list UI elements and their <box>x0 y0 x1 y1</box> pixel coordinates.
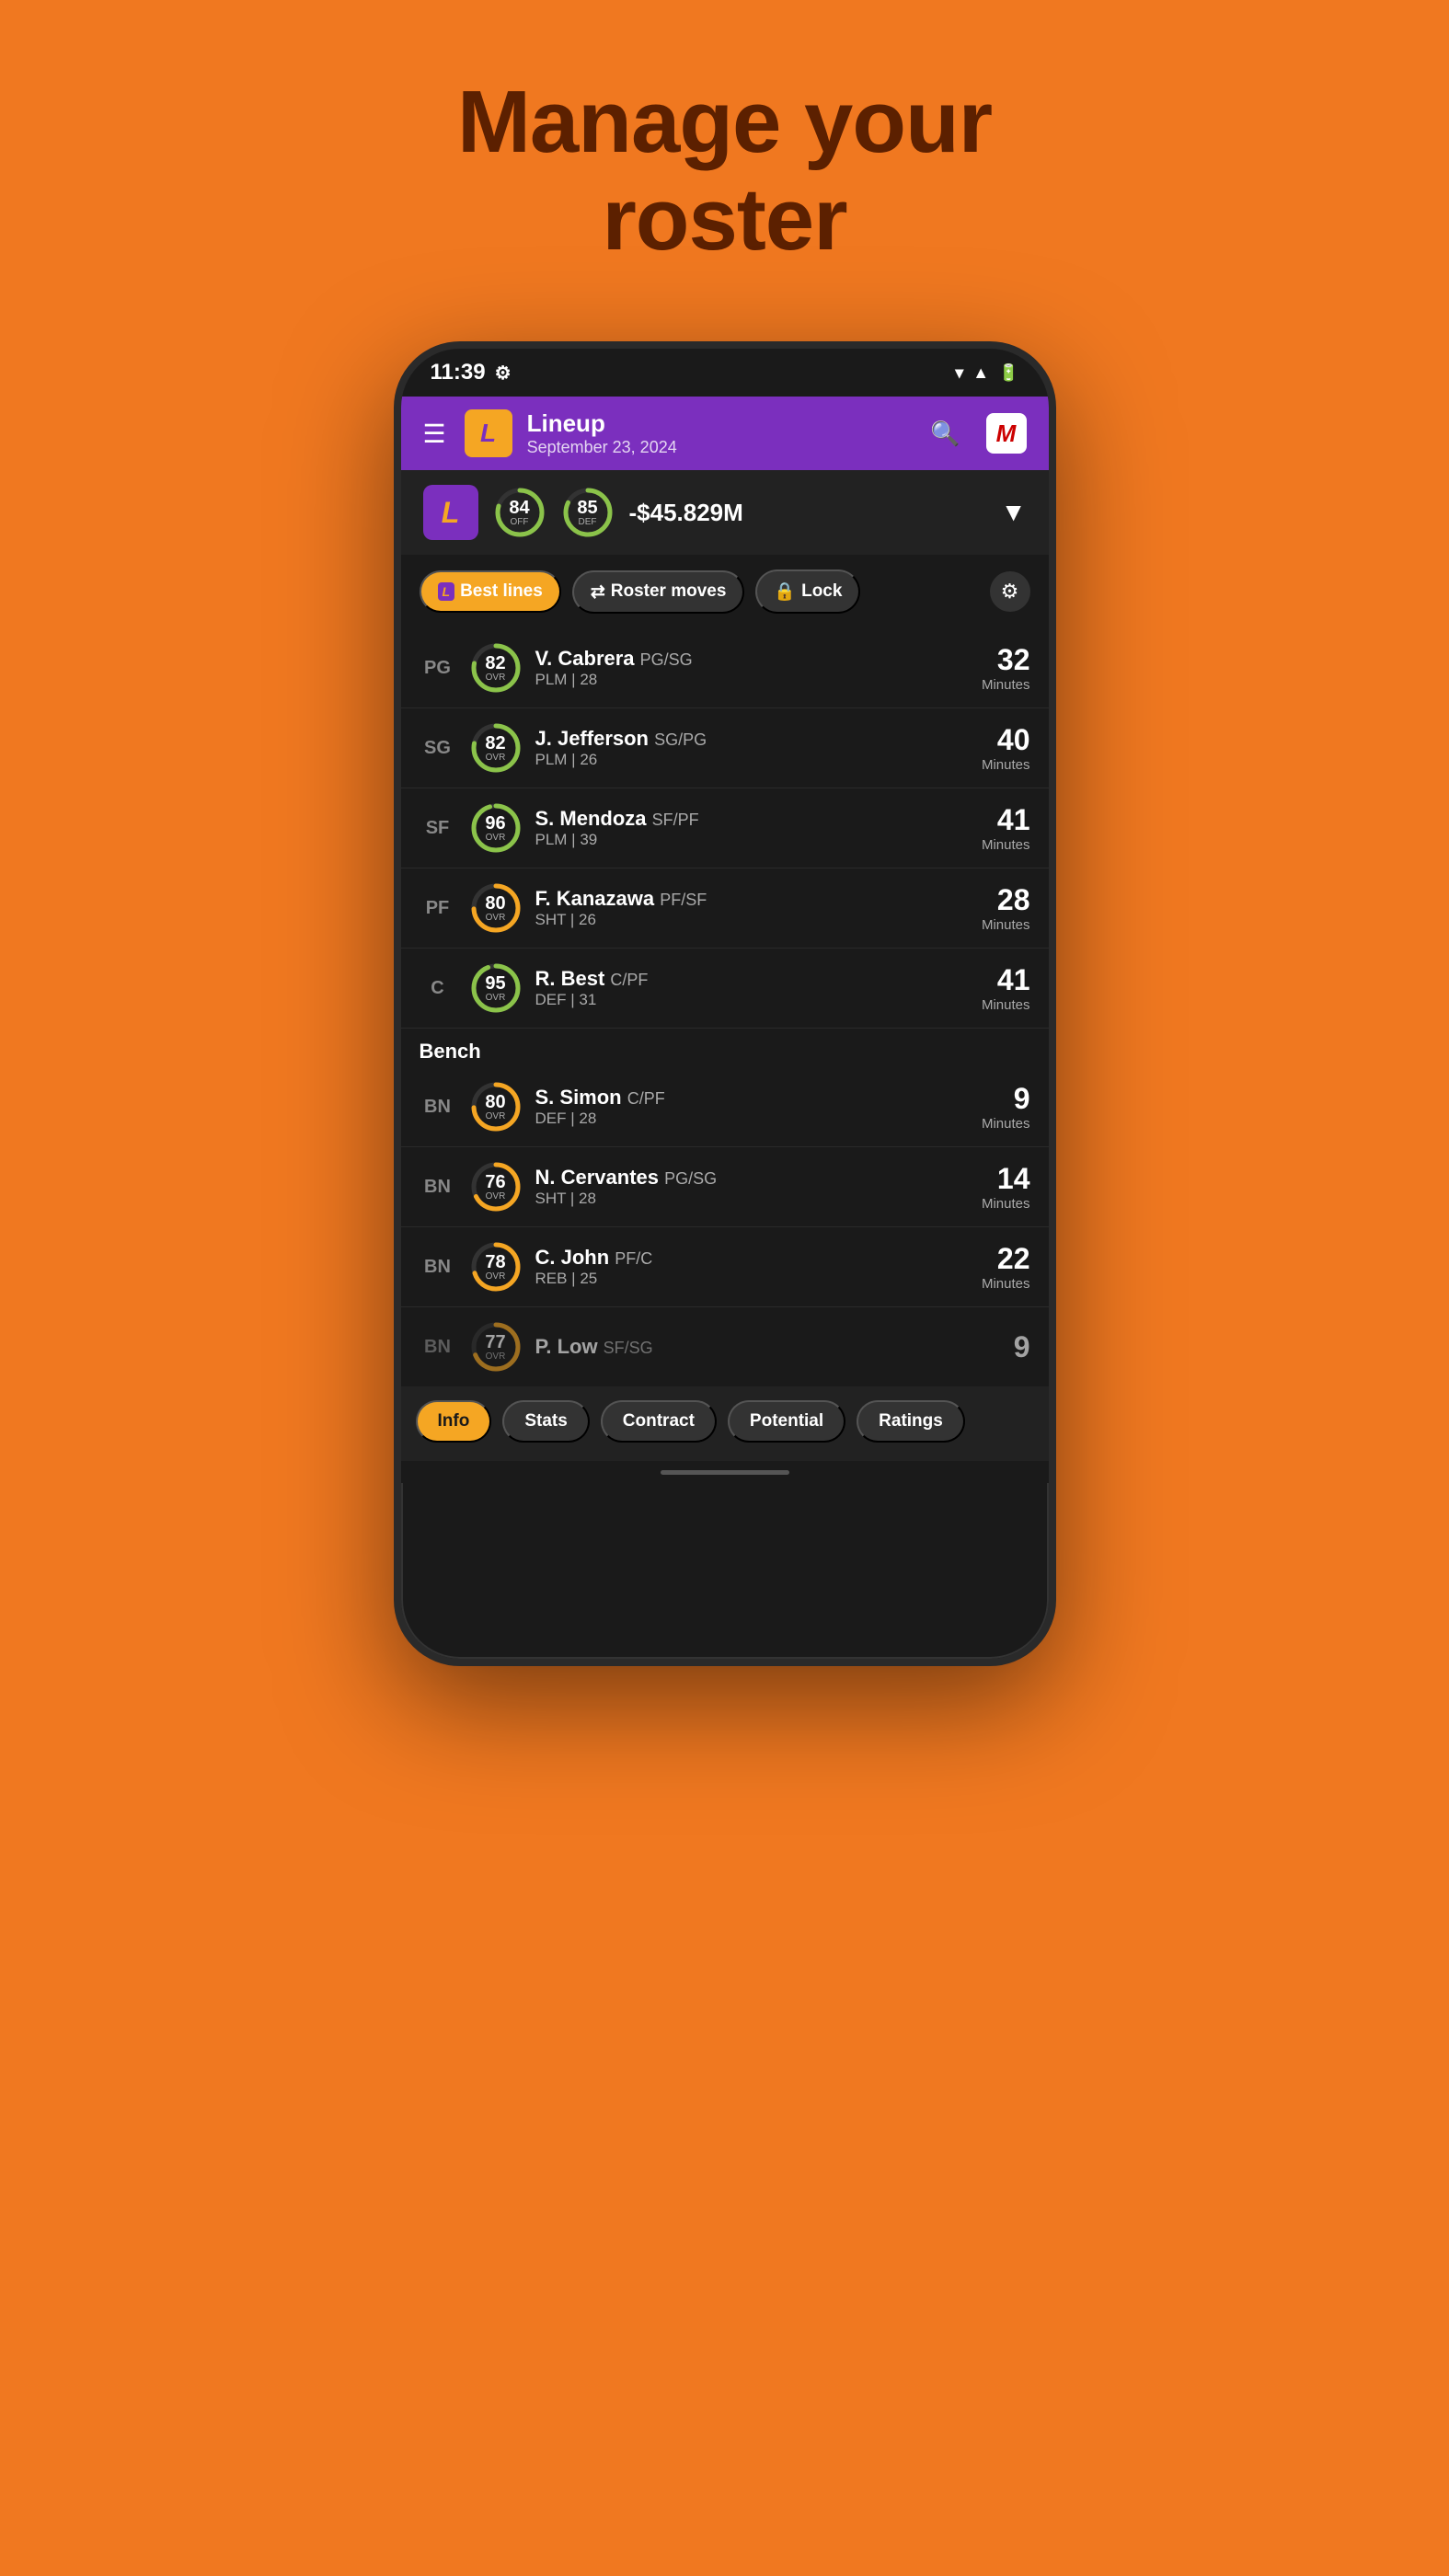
settings-button[interactable]: ⚙ <box>990 571 1030 612</box>
player-rating-sf: 96OVR <box>469 801 523 855</box>
player-minutes-john: 22 Minutes <box>982 1242 1030 1292</box>
player-row[interactable]: C 95OVR R. Best C/PF DEF | 31 41 Minutes <box>401 949 1049 1029</box>
player-rating-pg: 82OVR <box>469 641 523 695</box>
player-info-simon: S. Simon C/PF DEF | 28 <box>535 1086 969 1128</box>
player-info-john: C. John PF/C REB | 25 <box>535 1246 969 1288</box>
wifi-icon: ▾ <box>955 363 963 383</box>
player-minutes-simon: 9 Minutes <box>982 1082 1030 1132</box>
battery-icon: 🔋 <box>998 363 1018 383</box>
lock-icon: 🔒 <box>774 581 796 603</box>
def-rating-circle: 85 DEF <box>561 486 615 539</box>
app-header: ☰ L Lineup September 23, 2024 🔍 M <box>401 397 1049 470</box>
player-minutes-kanazawa: 28 Minutes <box>982 883 1030 933</box>
page-title: Manage your roster <box>457 74 992 268</box>
player-rating-c: 95OVR <box>469 961 523 1015</box>
player-rating-sg: 82OVR <box>469 721 523 775</box>
home-indicator <box>401 1461 1049 1483</box>
player-info-cabrera: V. Cabrera PG/SG PLM | 28 <box>535 647 969 689</box>
gear-icon: ⚙ <box>495 362 512 385</box>
player-rating-bn4: 77OVR <box>469 1320 523 1374</box>
player-minutes-low: 9 <box>1014 1330 1030 1364</box>
position-bn3: BN <box>420 1257 456 1278</box>
best-lines-logo: L <box>438 582 455 601</box>
tab-info[interactable]: Info <box>416 1400 492 1443</box>
app-title: Lineup <box>527 409 916 438</box>
player-info-jefferson: J. Jefferson SG/PG PLM | 26 <box>535 727 969 769</box>
tab-potential[interactable]: Potential <box>728 1400 845 1443</box>
bottom-nav: Info Stats Contract Potential Ratings <box>401 1387 1049 1461</box>
best-lines-button[interactable]: L Best lines <box>420 570 561 613</box>
player-row[interactable]: SF 96OVR S. Mendoza SF/PF PLM | 39 41 Mi… <box>401 788 1049 868</box>
position-sg: SG <box>420 738 456 759</box>
home-bar <box>661 1470 789 1475</box>
player-minutes-cabrera: 32 Minutes <box>982 643 1030 693</box>
lock-button[interactable]: 🔒 Lock <box>755 569 860 614</box>
position-pg: PG <box>420 658 456 679</box>
tab-contract[interactable]: Contract <box>601 1400 717 1443</box>
player-rating-bn2: 76OVR <box>469 1160 523 1213</box>
status-bar: 11:39 ⚙ ▾ ▲ 🔋 <box>401 349 1049 397</box>
player-row[interactable]: PG 82OVR V. Cabrera PG/SG PLM | 28 32 Mi… <box>401 628 1049 708</box>
player-minutes-best: 41 Minutes <box>982 963 1030 1013</box>
action-row: L Best lines ⇄ Roster moves 🔒 Lock ⚙ <box>401 555 1049 628</box>
player-info-best: R. Best C/PF DEF | 31 <box>535 967 969 1009</box>
player-row[interactable]: BN 78OVR C. John PF/C REB | 25 22 Minute… <box>401 1227 1049 1307</box>
player-row[interactable]: BN 77OVR P. Low SF/SG 9 <box>401 1307 1049 1387</box>
header-date: September 23, 2024 <box>527 438 916 457</box>
player-info-mendoza: S. Mendoza SF/PF PLM | 39 <box>535 807 969 849</box>
player-row[interactable]: SG 82OVR J. Jefferson SG/PG PLM | 26 40 … <box>401 708 1049 788</box>
player-minutes-mendoza: 41 Minutes <box>982 803 1030 853</box>
position-bn1: BN <box>420 1097 456 1118</box>
position-bn2: BN <box>420 1177 456 1198</box>
team-budget: -$45.829M <box>629 499 986 527</box>
team-logo-small: L <box>423 485 478 540</box>
player-row[interactable]: BN 80OVR S. Simon C/PF DEF | 28 9 Minute… <box>401 1067 1049 1147</box>
position-c: C <box>420 978 456 999</box>
roster-moves-button[interactable]: ⇄ Roster moves <box>572 570 745 614</box>
phone-mockup: 11:39 ⚙ ▾ ▲ 🔋 ☰ L Lineup September 23, 2… <box>394 341 1056 1666</box>
player-rating-pf: 80OVR <box>469 881 523 935</box>
status-time: 11:39 <box>431 360 486 385</box>
player-rating-bn1: 80OVR <box>469 1080 523 1133</box>
player-row[interactable]: PF 80OVR F. Kanazawa PF/SF SHT | 26 28 M… <box>401 868 1049 949</box>
bench-section-label: Bench <box>401 1029 1049 1067</box>
player-info-low: P. Low SF/SG <box>535 1335 1001 1359</box>
player-info-kanazawa: F. Kanazawa PF/SF SHT | 26 <box>535 887 969 929</box>
header-title-block: Lineup September 23, 2024 <box>527 409 916 457</box>
player-info-cervantes: N. Cervantes PG/SG SHT | 28 <box>535 1166 969 1208</box>
team-summary-bar: L 84 OFF 85 DEF -$45.829M ▼ <box>401 470 1049 555</box>
player-minutes-cervantes: 14 Minutes <box>982 1162 1030 1212</box>
search-icon[interactable]: 🔍 <box>930 420 960 448</box>
player-row[interactable]: BN 76OVR N. Cervantes PG/SG SHT | 28 14 … <box>401 1147 1049 1227</box>
position-sf: SF <box>420 818 456 839</box>
signal-icon: ▲ <box>972 363 989 383</box>
player-minutes-jefferson: 40 Minutes <box>982 723 1030 773</box>
user-avatar[interactable]: M <box>986 413 1027 454</box>
position-pf: PF <box>420 898 456 919</box>
expand-icon[interactable]: ▼ <box>1001 498 1027 527</box>
team-logo: L <box>465 409 512 457</box>
player-list: PG 82OVR V. Cabrera PG/SG PLM | 28 32 Mi… <box>401 628 1049 1387</box>
player-rating-bn3: 78OVR <box>469 1240 523 1294</box>
menu-icon[interactable]: ☰ <box>423 419 446 449</box>
position-bn4: BN <box>420 1337 456 1358</box>
off-rating-circle: 84 OFF <box>493 486 546 539</box>
tab-stats[interactable]: Stats <box>502 1400 589 1443</box>
transfer-icon: ⇄ <box>591 581 605 603</box>
tab-ratings[interactable]: Ratings <box>857 1400 965 1443</box>
